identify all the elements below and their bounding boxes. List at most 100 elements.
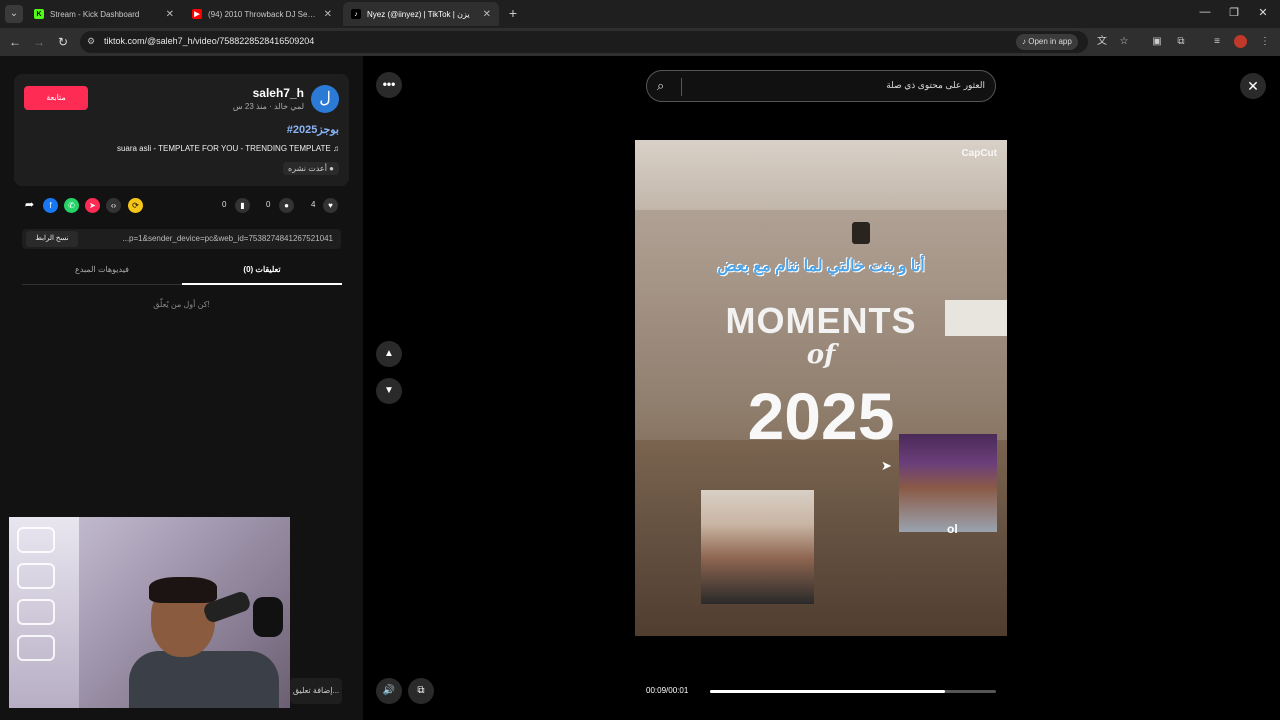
comments-tabs: فيديوهات المبدع (0) تعليقات — [22, 261, 342, 285]
video-player[interactable]: CapCut أنا و بنت خالتي لما ننام مع بعض M… — [635, 140, 1007, 636]
like-count: 4 — [311, 200, 316, 209]
more-options-button[interactable]: ••• — [376, 72, 402, 98]
music-note-icon: ♫ — [333, 144, 339, 153]
hexagon-light — [17, 527, 55, 553]
close-icon[interactable]: ✕ — [1240, 73, 1266, 99]
close-window-icon[interactable]: ✕ — [1255, 6, 1271, 19]
active-tab-indicator — [182, 283, 342, 285]
close-tab-icon[interactable]: ✕ — [166, 9, 174, 20]
repost-badge: أعدت نشره ● — [283, 162, 339, 175]
picture-in-picture-icon[interactable]: ⧉ — [408, 678, 434, 704]
send-icon[interactable]: ➤ — [85, 198, 100, 213]
hashtag-link[interactable]: #بوجز2025 — [287, 123, 339, 136]
headphones — [253, 597, 283, 637]
author-card: متابعة ل saleh7_h لمي خالد · منذ 23 س #ب… — [14, 74, 349, 186]
tab-tiktok[interactable]: ♪ Nyez (@iinyez) | TikTok | يزن ✕ — [343, 2, 499, 26]
next-video-button[interactable]: ▼ — [376, 378, 402, 404]
tab-comments[interactable]: (0) تعليقات — [182, 265, 342, 274]
mouse-cursor-icon: ➤ — [881, 458, 892, 473]
previous-video-button[interactable]: ▲ — [376, 341, 402, 367]
reaction-inset-left — [701, 490, 814, 604]
tiktok-icon: ♪ — [351, 9, 361, 19]
repost-icon[interactable]: ⟳ — [128, 198, 143, 213]
facebook-icon[interactable]: f — [43, 198, 58, 213]
share-actions-row: ➦ f ✆ ➤ ‹› ⟳ 0 ▮ 0 ● 4 ♥ — [22, 197, 342, 215]
whatsapp-icon[interactable]: ✆ — [64, 198, 79, 213]
video-ceiling — [635, 140, 1007, 210]
back-icon[interactable]: ← — [7, 34, 23, 50]
username[interactable]: saleh7_h — [253, 86, 304, 100]
share-link-row: نسخ الرابط ...p=1&sender_device=pc&web_i… — [22, 229, 341, 249]
tab-creator-videos[interactable]: فيديوهات المبدع — [22, 265, 182, 274]
video-title-of: of — [806, 340, 836, 370]
repost-avatar-icon: ● — [329, 164, 334, 173]
tab-title: (94) 2010 Throwback DJ Set (R — [208, 9, 318, 19]
inset-caption: ol — [947, 522, 958, 536]
open-in-app-button[interactable]: ♪ Open in app — [1016, 34, 1078, 50]
page-content: متابعة ل saleh7_h لمي خالد · منذ 23 س #ب… — [0, 56, 1280, 720]
embed-icon[interactable]: ‹› — [106, 198, 121, 213]
streamer-hair — [149, 577, 217, 603]
streamer-webcam-overlay — [9, 517, 290, 708]
extension-icon[interactable]: ▣ — [1150, 35, 1164, 49]
video-subtitle: أنا و بنت خالتي لما ننام مع بعض — [717, 258, 925, 275]
translate-icon[interactable]: 文 — [1095, 35, 1109, 49]
url-text[interactable]: tiktok.com/@saleh7_h/video/7588228528416… — [104, 36, 314, 46]
tab-title: Stream - Kick Dashboard — [50, 9, 140, 19]
forward-icon[interactable]: → — [31, 34, 47, 50]
media-control-icon[interactable]: ≡ — [1210, 35, 1224, 49]
post-meta: لمي خالد · منذ 23 س — [232, 102, 304, 111]
profile-avatar-icon[interactable] — [1234, 35, 1247, 48]
browser-toolbar: ← → ↻ ⚙ tiktok.com/@saleh7_h/video/75882… — [0, 28, 1280, 56]
tab-search-button[interactable]: ⌄ — [5, 5, 23, 23]
video-title-moments: MOMENTS — [725, 300, 917, 341]
open-in-app-label: Open in app — [1028, 37, 1072, 46]
video-progress-bar[interactable] — [710, 690, 996, 693]
menu-icon[interactable]: ⋮ — [1258, 35, 1272, 49]
save-count: 0 — [222, 200, 227, 209]
search-placeholder: العثور على محتوى ذي صلة — [886, 80, 985, 90]
copy-link-button[interactable]: نسخ الرابط — [26, 231, 78, 247]
browser-tab-bar: ⌄ K Stream - Kick Dashboard ✕ ▶ (94) 201… — [0, 0, 1280, 28]
kick-icon: K — [34, 9, 44, 19]
close-tab-icon[interactable]: ✕ — [483, 9, 491, 20]
streamer-body — [129, 651, 279, 708]
follow-button[interactable]: متابعة — [24, 86, 88, 110]
comment-count: 0 — [266, 200, 271, 209]
share-arrow-icon[interactable]: ➦ — [22, 198, 37, 213]
add-comment-input[interactable]: إضافة تعليق... — [290, 678, 342, 704]
avatar[interactable]: ل — [311, 85, 339, 113]
video-column: ⌕ العثور على محتوى ذي صلة CapCut أنا و ب… — [635, 56, 1007, 720]
bookmark-icon[interactable]: ▮ — [235, 198, 250, 213]
address-bar[interactable]: ⚙ tiktok.com/@saleh7_h/video/75882285284… — [80, 31, 1128, 53]
repost-label: أعدت نشره — [288, 164, 327, 173]
comment-icon[interactable]: ● — [279, 198, 294, 213]
heart-icon[interactable]: ♥ — [323, 198, 338, 213]
bookmark-star-icon[interactable]: ☆ — [1117, 35, 1131, 49]
video-time: 00:09/00:01 — [646, 686, 689, 695]
volume-icon[interactable]: 🔊 — [376, 678, 402, 704]
tab-youtube[interactable]: ▶ (94) 2010 Throwback DJ Set (R ✕ — [184, 2, 340, 26]
reload-icon[interactable]: ↻ — [55, 34, 71, 50]
related-search-input[interactable]: ⌕ العثور على محتوى ذي صلة — [646, 70, 996, 102]
tab-title: Nyez (@iinyez) | TikTok | يزن — [367, 9, 470, 19]
youtube-icon: ▶ — [192, 9, 202, 19]
music-title: suara asli - TEMPLATE FOR YOU - TRENDING… — [116, 144, 331, 153]
site-info-icon[interactable]: ⚙ — [87, 36, 95, 47]
reaction-inset-right — [899, 434, 997, 532]
music-info[interactable]: suara asli - TEMPLATE FOR YOU - TRENDING… — [117, 144, 339, 153]
search-icon[interactable]: ⌕ — [657, 78, 664, 94]
empty-comments-message: كن أول من يُعلّق! — [153, 300, 210, 309]
hexagon-light — [17, 563, 55, 589]
hexagon-light — [17, 635, 55, 661]
restore-icon[interactable]: ❐ — [1226, 6, 1242, 19]
close-tab-icon[interactable]: ✕ — [324, 9, 332, 20]
puzzle-icon[interactable]: ⧉ — [1174, 35, 1188, 49]
tab-kick-dashboard[interactable]: K Stream - Kick Dashboard ✕ — [26, 2, 182, 26]
ceiling-light — [852, 222, 870, 244]
minimize-icon[interactable]: — — [1197, 6, 1213, 18]
search-divider — [681, 78, 682, 96]
share-link-text[interactable]: ...p=1&sender_device=pc&web_id=753827484… — [122, 234, 333, 243]
new-tab-button[interactable]: + — [505, 5, 521, 21]
video-progress-fill — [710, 690, 945, 693]
